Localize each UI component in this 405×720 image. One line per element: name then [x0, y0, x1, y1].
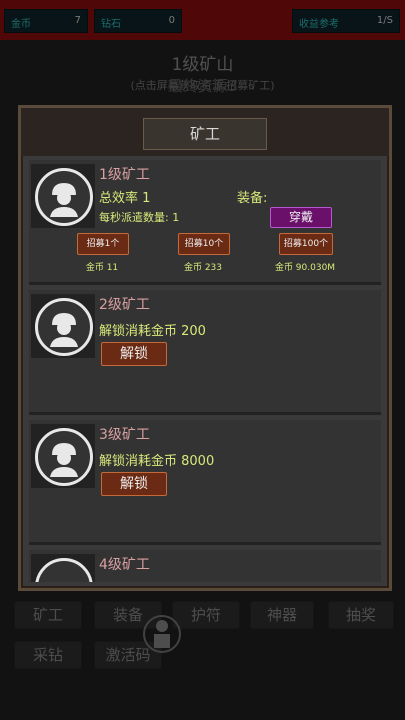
- unlock-cost-text: 解锁消耗金币 200: [99, 324, 206, 339]
- recruit-100-button[interactable]: 招募100个: [279, 233, 333, 255]
- miner-level-label: 4级矿工: [99, 557, 150, 573]
- miner-card-level-4: 4级矿工: [29, 550, 381, 582]
- miner-avatar-icon: [35, 428, 93, 486]
- recruit-100-cost: 金币 90.030M: [274, 263, 336, 273]
- miner-level-label: 2级矿工: [99, 297, 150, 313]
- miner-card-level-3: 3级矿工 解锁消耗金币 8000 解锁: [29, 420, 381, 545]
- recruit-1-cost: 金币 11: [85, 263, 119, 273]
- miner-level-label: 1级矿工: [99, 167, 150, 183]
- unlock-cost-text: 解锁消耗金币 8000: [99, 454, 215, 469]
- miner-avatar-icon: [35, 558, 93, 582]
- miners-panel: 矿工 1级矿工 总效率 1 每秒派遣数量: 1 装备: 穿戴 招募1个 金币 1…: [18, 105, 392, 591]
- miner-avatar: [31, 554, 95, 582]
- panel-header: 矿工: [21, 108, 389, 156]
- efficiency-text: 总效率 1: [99, 191, 151, 206]
- recruit-10-button[interactable]: 招募10个: [178, 233, 230, 255]
- dispatch-text: 每秒派遣数量: 1: [99, 211, 180, 224]
- miner-card-level-2: 2级矿工 解锁消耗金币 200 解锁: [29, 290, 381, 415]
- miner-card-level-1: 1级矿工 总效率 1 每秒派遣数量: 1 装备: 穿戴 招募1个 金币 11 招…: [29, 160, 381, 285]
- equip-label: 装备:: [237, 191, 268, 206]
- panel-title: 矿工: [143, 118, 267, 150]
- recruit-10-cost: 金币 233: [183, 263, 223, 273]
- miner-avatar-icon: [35, 298, 93, 356]
- recruit-1-button[interactable]: 招募1个: [77, 233, 129, 255]
- miner-level-label: 3级矿工: [99, 427, 150, 443]
- miner-avatar-icon: [35, 168, 93, 226]
- miner-avatar: [31, 164, 95, 228]
- wear-equipment-button[interactable]: 穿戴: [270, 207, 332, 228]
- miner-avatar: [31, 294, 95, 358]
- unlock-button[interactable]: 解锁: [101, 472, 167, 496]
- unlock-button[interactable]: 解锁: [101, 342, 167, 366]
- miner-avatar: [31, 424, 95, 488]
